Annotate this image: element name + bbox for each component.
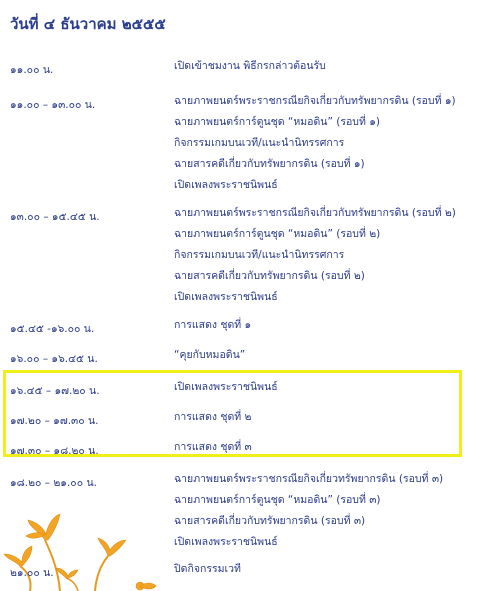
schedule-items: ฉายภาพยนตร์พระราชกรณียกิจเกี่ยวทรัพยากรด… <box>174 469 443 553</box>
schedule-items: การแสดง ชุดที่ ๑ <box>174 315 251 336</box>
schedule-time: ๑๖.๔๕ – ๑๗.๒๐ น. <box>10 385 100 397</box>
schedule-item: การแสดง ชุดที่ ๒ <box>174 411 252 423</box>
schedule-time: ๑๑.๐๐ – ๑๓.๐๐ น. <box>10 99 96 111</box>
schedule-time: ๑๑.๐๐ น. <box>10 64 54 76</box>
schedule-item: ปิดกิจกรรมเวที <box>174 563 241 575</box>
schedule-items: เปิดเข้าชมงาน พิธีกรกล่าวต้อนรับ <box>174 56 326 77</box>
schedule-item: ฉายภาพยนตร์การ์ตูนชุด “หมอดิน” (รอบที่ ๑… <box>174 116 380 128</box>
page-title: วันที่ ๔ ธันวาคม ๒๕๕๕ <box>10 15 166 33</box>
schedule-time: ๑๘.๒๐ – ๒๑.๐๐ น. <box>10 477 97 489</box>
schedule-items: ฉายภาพยนตร์พระราชกรณียกิจเกี่ยวกับทรัพยา… <box>174 91 456 196</box>
schedule-item: การแสดง ชุดที่ ๑ <box>174 319 252 331</box>
schedule-item: ฉายภาพยนตร์การ์ตูนชุด “หมอดิน” (รอบที่ ๒… <box>174 228 381 240</box>
schedule-item: ฉายภาพยนตร์พระราชกรณียกิจเกี่ยวกับทรัพยา… <box>174 95 456 107</box>
schedule-item: กิจกรรมเกมบนเวที/แนะนำนิทรรศการ <box>174 137 345 149</box>
schedule-item: เปิดเพลงพระราชนิพนธ์ <box>174 291 278 303</box>
schedule-time: ๑๗.๒๐ – ๑๗.๓๐ น. <box>10 415 99 427</box>
schedule-item: เปิดเพลงพระราชนิพนธ์ <box>174 179 278 191</box>
schedule-item: เปิดเพลงพระราชนิพนธ์ <box>174 381 278 393</box>
schedule-time: ๑๗.๓๐ – ๑๘.๒๐ น. <box>10 445 99 457</box>
schedule-item: เปิดเพลงพระราชนิพนธ์ <box>174 536 278 548</box>
schedule-item: กิจกรรมเกมบนเวที/แนะนำนิทรรศการ <box>174 249 345 261</box>
schedule-item: ฉายสารคดีเกี่ยวกับทรัพยากรดิน (รอบที่ ๒) <box>174 270 365 282</box>
schedule-items: การแสดง ชุดที่ ๒ <box>174 407 251 428</box>
schedule-item: ฉายสารคดีเกี่ยวกับทรัพยากรดิน (รอบที่ ๑) <box>174 158 365 170</box>
schedule-item: การแสดง ชุดที่ ๓ <box>174 441 252 453</box>
schedule-item: ฉายภาพยนตร์การ์ตูนชุด “หมอดิน” (รอบที่ ๓… <box>174 494 381 506</box>
schedule-item: ฉายภาพยนตร์พระราชกรณียกิจเกี่ยวกับทรัพยา… <box>174 207 456 219</box>
schedule-item: ฉายภาพยนตร์พระราชกรณียกิจเกี่ยวทรัพยากรด… <box>174 473 444 485</box>
schedule-time: ๑๕.๔๕ -๑๖.๐๐ น. <box>10 323 95 335</box>
schedule-item: ฉายสารคดีเกี่ยวกับทรัพยากรดิน (รอบที่ ๓) <box>174 515 366 527</box>
schedule-items: การแสดง ชุดที่ ๓ <box>174 437 252 458</box>
schedule-time: ๑๓.๐๐ – ๑๕.๔๕ น. <box>10 211 100 223</box>
schedule-time: ๑๖.๐๐ – ๑๖.๔๕ น. <box>10 353 98 365</box>
schedule-items: เปิดเพลงพระราชนิพนธ์ <box>174 377 278 398</box>
schedule-item: เปิดเข้าชมงาน พิธีกรกล่าวต้อนรับ <box>174 60 326 72</box>
schedule-items: ปิดกิจกรรมเวที <box>174 559 241 580</box>
schedule-items: “คุยกับหมอดิน” <box>174 345 245 366</box>
schedule-item: “คุยกับหมอดิน” <box>174 349 246 361</box>
schedule-items: ฉายภาพยนตร์พระราชกรณียกิจเกี่ยวกับทรัพยา… <box>174 203 456 308</box>
schedule-time: ๒๑.๐๐ น. <box>10 567 54 579</box>
